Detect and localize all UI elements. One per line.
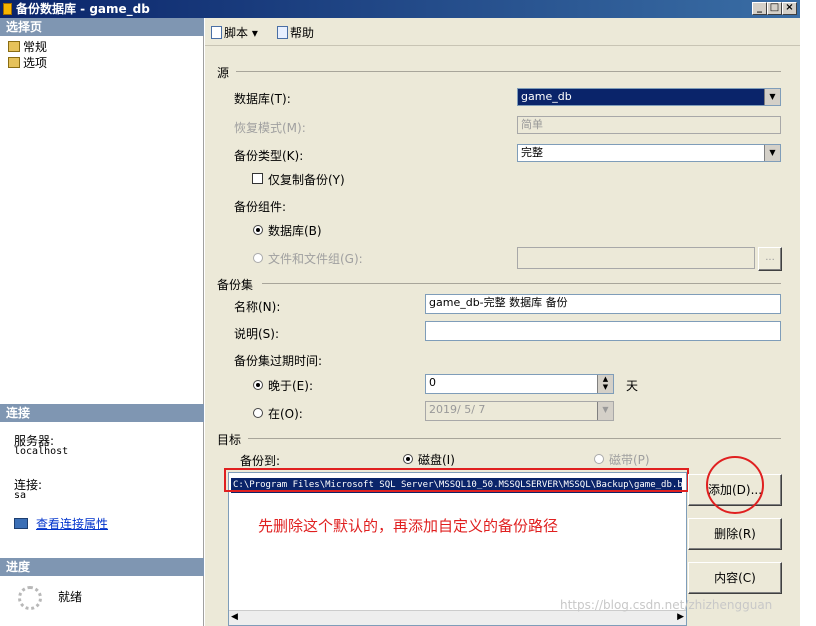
connection-value: sa (14, 490, 27, 501)
description-input[interactable] (425, 321, 781, 341)
dropdown-arrow-icon: ▾ (251, 26, 258, 40)
view-connection-link[interactable]: 查看连接属性 (14, 515, 108, 532)
source-group-title: 源 (217, 66, 230, 80)
scroll-left-icon[interactable]: ◀ (231, 612, 238, 622)
tape-label: 磁带(P) (609, 453, 650, 467)
select-page-header: 选择页 (0, 18, 204, 36)
divider (236, 71, 781, 72)
files-radio[interactable] (253, 253, 263, 263)
page-item-general[interactable]: 常规 (8, 40, 47, 54)
database-select[interactable]: game_db ▼ (517, 88, 781, 106)
backup-to-label: 备份到: (240, 454, 281, 468)
progress-spinner-icon (18, 586, 42, 610)
disk-label: 磁盘(I) (418, 453, 455, 467)
highlight-circle (706, 456, 764, 514)
expiration-label: 备份集过期时间: (234, 354, 323, 368)
progress-header: 进度 (0, 558, 204, 576)
title-bar: 备份数据库 - game_db _ □ × (0, 0, 800, 18)
recovery-model-label: 恢复模式(M): (234, 121, 306, 135)
page-label: 选项 (23, 56, 48, 70)
minimize-button[interactable]: _ (752, 2, 767, 15)
expire-after-label: 晚于(E): (268, 379, 313, 393)
help-icon (277, 26, 288, 39)
script-button[interactable]: 脚本 ▾ (211, 24, 258, 41)
contents-button[interactable]: 内容(C) (688, 562, 782, 594)
page-item-options[interactable]: 选项 (8, 56, 47, 70)
connection-properties-icon (14, 518, 28, 529)
expire-days-stepper[interactable]: 0 ▲ ▼ (425, 374, 614, 394)
annotation-text: 先删除这个默认的，再添加自定义的备份路径 (258, 517, 559, 535)
chevron-down-icon: ▼ (764, 89, 780, 105)
expire-after-radio[interactable] (253, 380, 263, 390)
backup-type-select[interactable]: 完整 ▼ (517, 144, 781, 162)
scroll-right-icon[interactable]: ▶ (677, 612, 684, 622)
recovery-model-field: 简单 (517, 116, 781, 134)
left-panel: 选择页 常规 选项 连接 服务器: localhost 连接: sa 查看连接属… (0, 18, 204, 626)
files-field (517, 247, 755, 269)
spin-arrows-icon: ▲ ▼ (597, 375, 613, 393)
backup-name-input[interactable]: game_db-完整 数据库 备份 (425, 294, 781, 314)
chevron-down-icon: ▼ (764, 145, 780, 161)
help-button[interactable]: 帮助 (277, 24, 314, 41)
database-radio-label: 数据库(B) (268, 224, 322, 238)
disk-radio[interactable] (403, 454, 413, 464)
remove-button[interactable]: 删除(R) (688, 518, 782, 550)
database-radio[interactable] (253, 225, 263, 235)
backup-component-label: 备份组件: (234, 200, 287, 214)
highlight-box (224, 468, 689, 492)
toolbar: 脚本 ▾ 帮助 (205, 18, 800, 46)
expire-on-label: 在(O): (268, 407, 303, 421)
files-radio-label: 文件和文件组(G): (268, 252, 363, 266)
chevron-down-icon: ▼ (597, 402, 613, 420)
server-value: localhost (14, 446, 69, 457)
copy-only-label: 仅复制备份(Y) (268, 173, 345, 187)
days-label: 天 (626, 379, 639, 393)
divider (262, 283, 781, 284)
expire-date-picker[interactable]: 2019/ 5/ 7 ▼ (425, 401, 614, 421)
backup-type-label: 备份类型(K): (234, 149, 304, 163)
description-label: 说明(S): (234, 327, 280, 341)
name-label: 名称(N): (234, 300, 281, 314)
page-icon (8, 41, 20, 52)
database-label: 数据库(T): (234, 92, 291, 106)
destination-group-title: 目标 (217, 433, 242, 447)
divider (248, 438, 781, 439)
expire-on-radio[interactable] (253, 408, 263, 418)
copy-only-checkbox[interactable] (252, 173, 263, 184)
page-label: 常规 (23, 40, 48, 54)
backup-set-group-title: 备份集 (217, 278, 254, 292)
script-icon (211, 26, 222, 39)
page-icon (8, 57, 20, 68)
maximize-button[interactable]: □ (767, 2, 782, 15)
tape-radio[interactable] (594, 454, 604, 464)
horizontal-scrollbar[interactable]: ◀ ▶ (229, 610, 686, 625)
watermark: https://blog.csdn.net/zhizhengguan (560, 598, 773, 612)
window-title: 备份数据库 - game_db (16, 2, 150, 16)
browse-files-button[interactable]: ... (758, 247, 782, 271)
progress-status: 就绪 (58, 590, 83, 604)
database-icon (3, 3, 12, 15)
connection-header: 连接 (0, 404, 204, 422)
close-button[interactable]: × (782, 2, 797, 15)
